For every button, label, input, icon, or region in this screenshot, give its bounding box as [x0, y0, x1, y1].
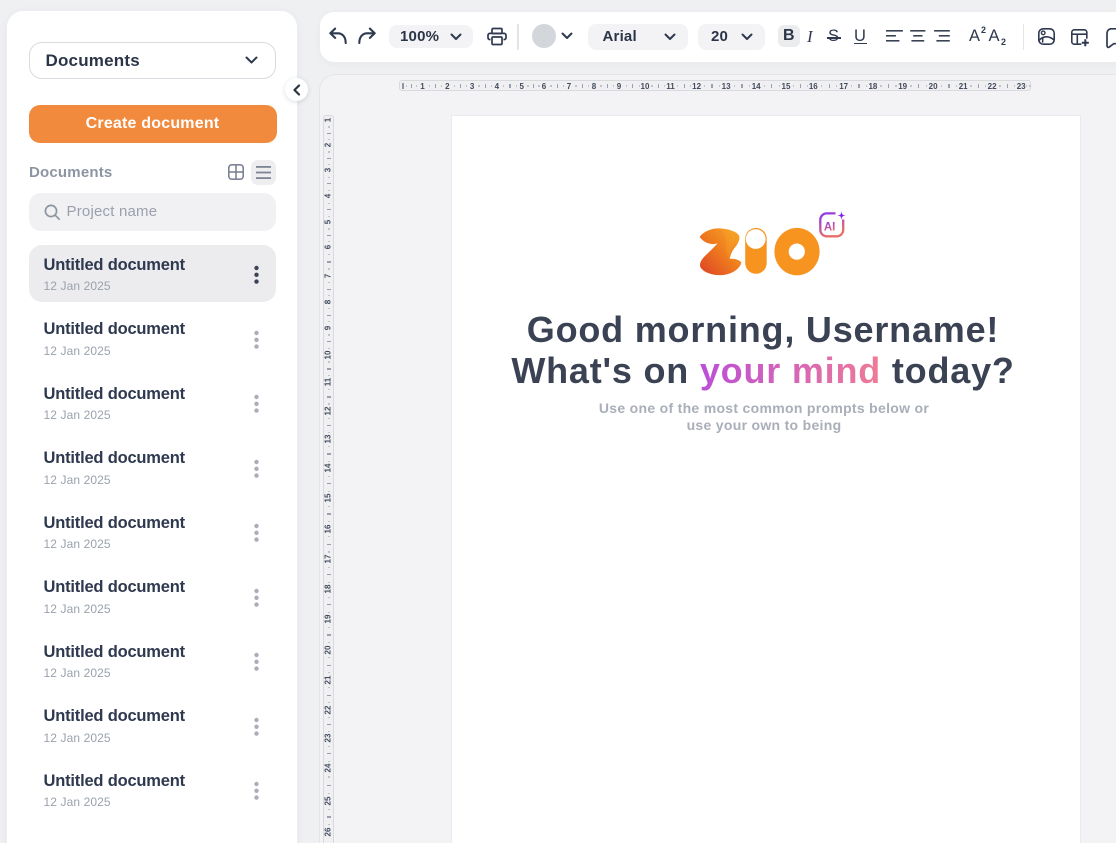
svg-text:AI: AI — [824, 222, 836, 234]
